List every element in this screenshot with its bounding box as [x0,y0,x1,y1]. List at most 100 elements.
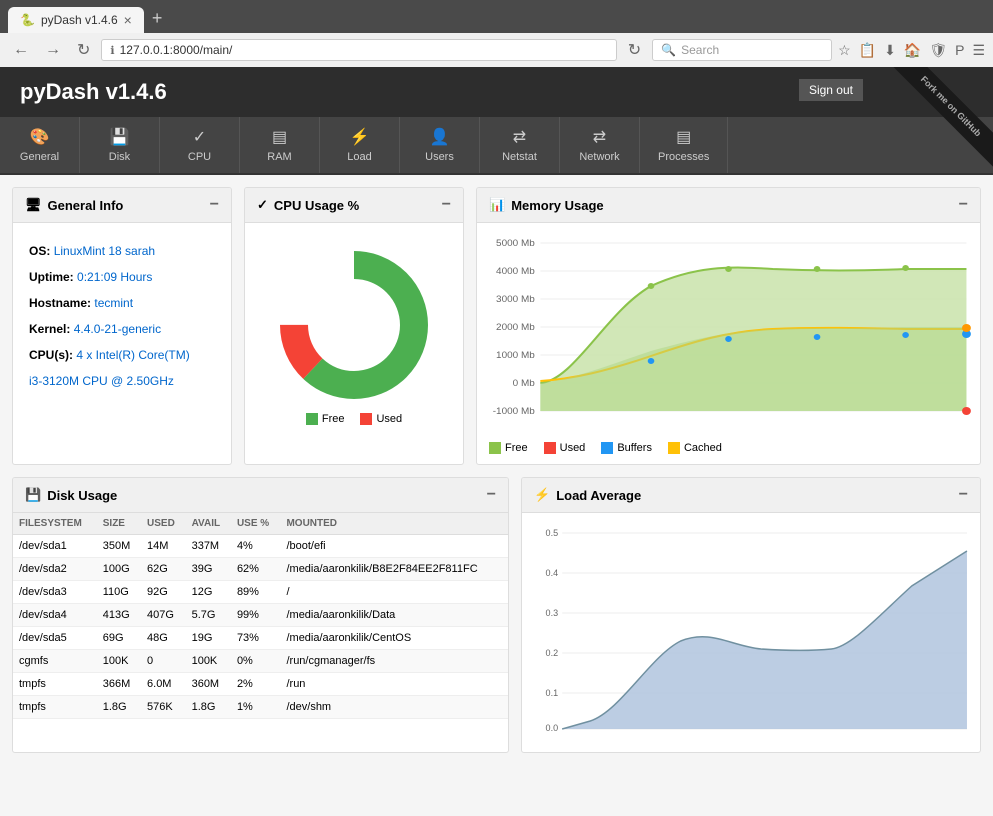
cpu-used-legend: Used [360,413,402,425]
memory-usage-header: 📊 Memory Usage − [477,188,980,223]
back-button[interactable]: ← [8,39,34,61]
menu-icon[interactable]: ☰ [972,42,985,59]
table-cell: 62% [231,558,281,581]
kernel-row: Kernel: 4.4.0-21-generic [29,317,215,341]
tab-netstat[interactable]: ⇄ Netstat [480,117,560,173]
col-filesystem: FILESYSTEM [13,513,97,535]
browser-tab[interactable]: 🐍 pyDash v1.4.6 × [8,7,144,33]
mem-used-dot [544,442,556,454]
memory-buffer-dot3 [814,334,821,340]
processes-icon: ▤ [676,127,691,147]
svg-text:5000 Mb: 5000 Mb [496,238,535,248]
tab-users-label: Users [425,151,454,163]
tab-load-label: Load [347,151,371,163]
tab-disk[interactable]: 💾 Disk [80,117,160,173]
general-info-title: General Info [48,198,124,213]
cpu-usage-header: ✓ CPU Usage % − [245,188,463,223]
mem-free-legend: Free [489,442,528,454]
tab-netstat-label: Netstat [502,151,537,163]
svg-text:2000 Mb: 2000 Mb [496,322,535,332]
col-avail: AVAIL [186,513,231,535]
netstat-icon: ⇄ [513,127,526,147]
os-value: LinuxMint 18 sarah [54,244,155,258]
cpu-info-value: 4 x Intel(R) Core(TM) [76,348,189,362]
tab-users[interactable]: 👤 Users [400,117,480,173]
secure-icon: ℹ [110,44,114,57]
disk-minimize[interactable]: − [487,486,496,504]
table-cell: 110G [97,581,141,604]
cpu-free-legend: Free [306,413,345,425]
cpu-model-value: i3-3120M CPU @ 2.50GHz [29,374,174,388]
load-header: ⚡ Load Average − [522,478,980,513]
mem-buffers-legend: Buffers [601,442,652,454]
load-chart: 0.5 0.4 0.3 0.2 0.1 0.0 [530,521,972,741]
memory-minimize[interactable]: − [959,196,968,214]
mem-used-legend: Used [544,442,586,454]
memory-buffer-dot4 [902,332,909,338]
tab-cpu[interactable]: ✓ CPU [160,117,240,173]
table-row: /dev/sda1350M14M337M4%/boot/efi [13,535,508,558]
tab-general[interactable]: 🎨 General [0,117,80,173]
hostname-row: Hostname: tecmint [29,291,215,315]
search-icon: 🔍 [661,43,676,57]
table-cell: /run/cgmanager/fs [280,650,508,673]
tab-close-icon[interactable]: × [124,12,132,28]
cpu-usage-minimize[interactable]: − [442,196,451,214]
table-cell: 337M [186,535,231,558]
bookmark-star-icon[interactable]: ☆ [838,42,851,59]
home-icon[interactable]: 🏠 [904,42,921,59]
url-text: 127.0.0.1:8000/main/ [120,43,233,57]
load-average-panel: ⚡ Load Average − 0.5 0.4 0.3 0.2 0.1 0.0 [521,477,981,753]
mem-cached-legend: Cached [668,442,722,454]
cpu-info-label: CPU(s): [29,348,73,362]
table-cell: 6.0M [141,673,186,696]
memory-title: Memory Usage [511,198,603,213]
tab-processes-label: Processes [658,151,709,163]
svg-text:0.0: 0.0 [546,723,559,733]
kernel-value: 4.4.0-21-generic [74,322,161,336]
general-info-minimize[interactable]: − [210,196,219,214]
download-icon[interactable]: ⬇ [884,42,896,59]
browser-icons: ☆ 📋 ⬇ 🏠 🛡 P ☰ [838,42,985,59]
new-tab-button[interactable]: + [144,4,171,33]
sign-out-button[interactable]: Sign out [799,79,863,101]
shield-icon[interactable]: 🛡 [929,42,947,59]
general-info-header: 🖥 General Info − [13,188,231,223]
tab-processes[interactable]: ▤ Processes [640,117,728,173]
table-cell: 100K [97,650,141,673]
mem-free-dot [489,442,501,454]
table-cell: /dev/sda5 [13,627,97,650]
table-cell: cgmfs [13,650,97,673]
cpu-used-label: Used [376,413,402,425]
general-icon: 🎨 [30,127,50,147]
table-row: /dev/sda3110G92G12G89%/ [13,581,508,604]
uptime-row: Uptime: 0:21:09 Hours [29,265,215,289]
disk-table-body: /dev/sda1350M14M337M4%/boot/efi/dev/sda2… [13,535,508,719]
table-cell: 407G [141,604,186,627]
tab-load[interactable]: ⚡ Load [320,117,400,173]
table-row: tmpfs1.8G576K1.8G1%/dev/shm [13,696,508,719]
svg-text:0 Mb: 0 Mb [513,378,535,388]
table-cell: 4% [231,535,281,558]
tab-network[interactable]: ⇄ Network [560,117,640,173]
general-info-icon: 🖥 [25,197,42,213]
table-cell: /run [280,673,508,696]
load-chart-container: 0.5 0.4 0.3 0.2 0.1 0.0 [522,513,980,752]
memory-icon: 📊 [489,197,505,213]
forward-button[interactable]: → [40,39,66,61]
tab-general-label: General [20,151,59,163]
table-cell: 360M [186,673,231,696]
reload-button[interactable]: ↻ [623,38,646,62]
load-minimize[interactable]: − [959,486,968,504]
mem-used-label: Used [560,442,586,454]
memory-usage-panel: 📊 Memory Usage − 5000 Mb 4000 Mb 3000 Mb… [476,187,981,465]
pocket-icon[interactable]: P [955,42,964,58]
tab-ram-label: RAM [267,151,291,163]
url-bar[interactable]: ℹ 127.0.0.1:8000/main/ [101,39,616,61]
browser-nav-bar: ← → ↻ ℹ 127.0.0.1:8000/main/ ↻ 🔍 Search … [0,33,993,67]
search-box[interactable]: 🔍 Search [652,39,832,61]
search-placeholder: Search [681,43,719,57]
tab-ram[interactable]: ▤ RAM [240,117,320,173]
refresh-button[interactable]: ↻ [72,38,95,62]
reader-icon[interactable]: 📋 [859,42,876,59]
